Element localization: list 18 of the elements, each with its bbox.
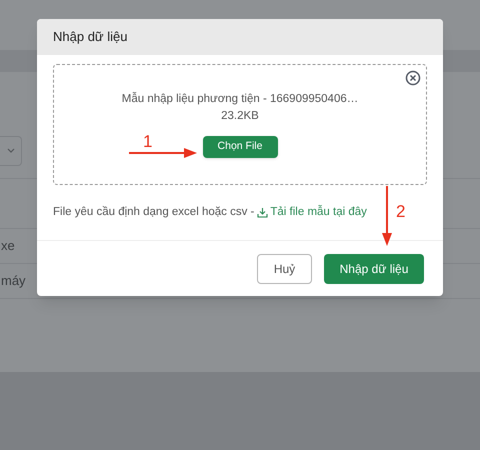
step-number: 2 — [396, 201, 406, 223]
choose-file-button[interactable]: Chọn File — [202, 136, 278, 158]
arrow-icon — [128, 147, 198, 159]
cancel-button[interactable]: Huỷ — [257, 254, 312, 284]
file-name: Mẫu nhập liệu phương tiện - 166909950406… — [122, 91, 358, 107]
select-field[interactable] — [0, 136, 22, 166]
step-number: 1 — [143, 131, 152, 153]
download-template-link[interactable]: Tải file mẫu tại đây — [257, 204, 367, 222]
close-icon[interactable] — [405, 70, 421, 86]
download-icon — [257, 207, 268, 218]
hint-text: File yêu cầu định dạng excel hoặc csv - — [53, 204, 254, 220]
row-label: máy — [1, 272, 26, 290]
chevron-down-icon — [6, 148, 14, 154]
import-button[interactable]: Nhập dữ liệu — [324, 254, 424, 284]
arrow-icon — [381, 186, 393, 247]
dialog-title: Nhập dữ liệu — [53, 28, 128, 46]
file-size: 23.2KB — [221, 109, 259, 124]
row-label: xe — [1, 237, 15, 256]
